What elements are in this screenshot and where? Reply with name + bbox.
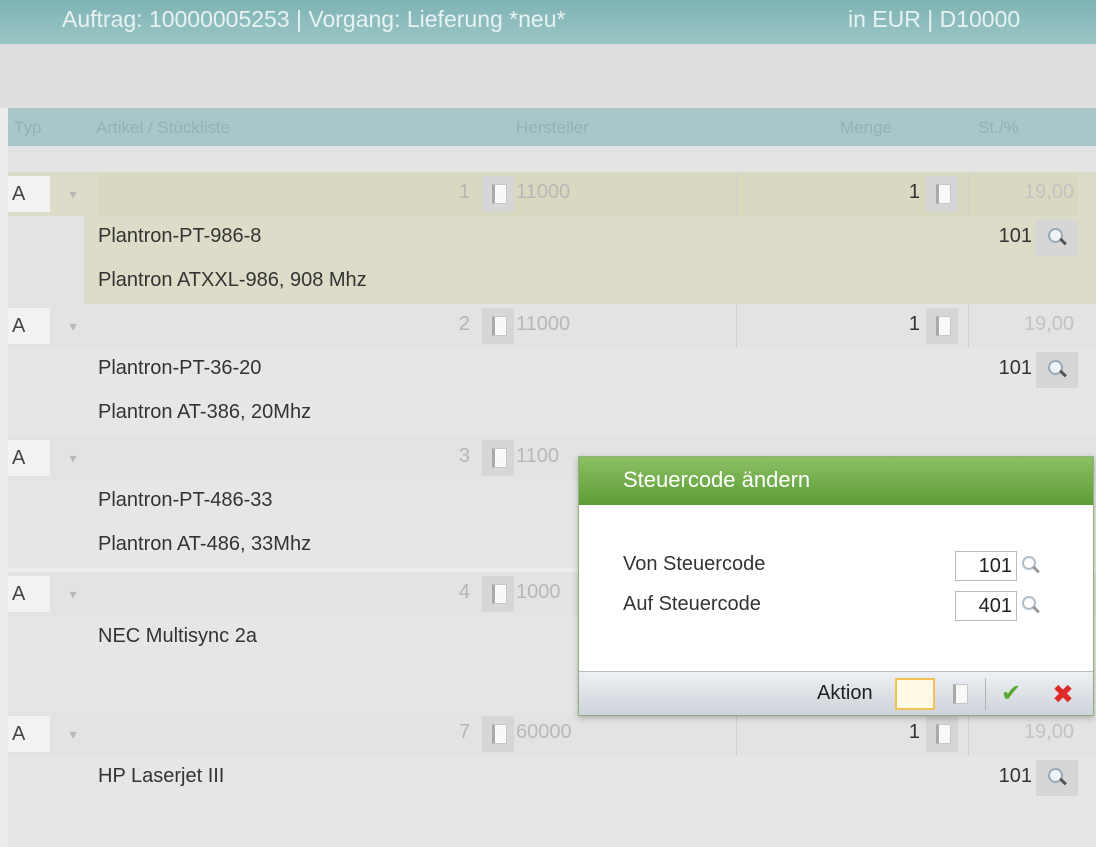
document-icon[interactable] bbox=[945, 678, 973, 710]
article-row: HP Laserjet III 101 bbox=[8, 756, 1096, 800]
position-number: 4 bbox=[458, 581, 470, 603]
type-cell[interactable]: A bbox=[8, 716, 50, 752]
dialog-title: Steuercode ändern bbox=[579, 457, 1093, 505]
description-row: Plantron AT-386, 20Mhz bbox=[8, 392, 1096, 436]
tax-code[interactable]: 101 bbox=[958, 216, 1038, 260]
collapse-icon[interactable]: ▾ bbox=[58, 716, 88, 752]
cancel-icon[interactable]: ✖ bbox=[1045, 676, 1081, 712]
action-input[interactable] bbox=[895, 678, 935, 710]
position-number: 7 bbox=[458, 721, 470, 743]
col-st[interactable]: St./% bbox=[978, 118, 1019, 138]
from-tax-code-label: Von Steuercode bbox=[623, 553, 766, 575]
manufacturer-cell[interactable]: 11000 bbox=[516, 304, 736, 348]
document-icon[interactable] bbox=[482, 440, 514, 476]
to-tax-code-label: Auf Steuercode bbox=[623, 593, 761, 615]
position-number: 2 bbox=[458, 313, 470, 335]
quantity-cell[interactable]: 1 bbox=[736, 172, 926, 216]
col-hersteller[interactable]: Hersteller bbox=[516, 118, 589, 138]
col-artikel[interactable]: Artikel / Stückliste bbox=[96, 118, 230, 138]
search-icon[interactable] bbox=[1036, 352, 1078, 388]
tax-cell[interactable]: 19,00 bbox=[968, 712, 1078, 756]
article-row: Plantron-PT-986-8 101 bbox=[8, 216, 1096, 260]
order-title: Auftrag: 10000005253 | Vorgang: Lieferun… bbox=[62, 6, 566, 32]
col-typ[interactable]: Typ bbox=[14, 118, 41, 138]
collapse-icon[interactable]: ▾ bbox=[58, 576, 88, 612]
document-icon[interactable] bbox=[926, 176, 958, 212]
table-row[interactable]: A ▾ 1 11000 1 19,00 bbox=[8, 172, 1096, 216]
empty-row bbox=[8, 800, 1096, 847]
column-header: Typ Artikel / Stückliste Hersteller Meng… bbox=[8, 108, 1096, 146]
change-tax-code-dialog: Steuercode ändern Von Steuercode 101 Auf… bbox=[578, 456, 1094, 716]
action-label: Aktion bbox=[817, 682, 873, 704]
manufacturer-cell[interactable]: 60000 bbox=[516, 712, 736, 756]
collapse-icon[interactable]: ▾ bbox=[58, 308, 88, 344]
collapse-icon[interactable]: ▾ bbox=[58, 176, 88, 212]
quantity-cell[interactable]: 1 bbox=[736, 712, 926, 756]
search-icon[interactable] bbox=[1036, 760, 1078, 796]
document-icon[interactable] bbox=[926, 716, 958, 752]
from-tax-code-input[interactable]: 101 bbox=[955, 551, 1017, 581]
article-name[interactable]: HP Laserjet III bbox=[98, 756, 958, 800]
tax-cell[interactable]: 19,00 bbox=[968, 172, 1078, 216]
article-description[interactable]: Plantron ATXXL-986, 908 Mhz bbox=[98, 260, 1088, 304]
confirm-icon[interactable]: ✔ bbox=[993, 676, 1029, 712]
type-cell[interactable]: A bbox=[8, 308, 50, 344]
tax-code[interactable]: 101 bbox=[958, 756, 1038, 800]
toolbar-area bbox=[0, 44, 1096, 108]
type-cell[interactable]: A bbox=[8, 576, 50, 612]
article-name[interactable]: Plantron-PT-986-8 bbox=[98, 216, 958, 260]
quantity-cell[interactable]: 1 bbox=[736, 304, 926, 348]
description-row: Plantron ATXXL-986, 908 Mhz bbox=[8, 260, 1096, 304]
article-description[interactable]: Plantron AT-386, 20Mhz bbox=[98, 392, 1088, 436]
document-icon[interactable] bbox=[482, 576, 514, 612]
col-menge[interactable]: Menge bbox=[840, 118, 892, 138]
document-icon[interactable] bbox=[482, 716, 514, 752]
table-row[interactable]: A ▾ 2 11000 1 19,00 bbox=[8, 304, 1096, 348]
document-icon[interactable] bbox=[482, 308, 514, 344]
article-name[interactable]: Plantron-PT-36-20 bbox=[98, 348, 958, 392]
title-bar: Auftrag: 10000005253 | Vorgang: Lieferun… bbox=[0, 0, 1096, 44]
type-cell[interactable]: A bbox=[8, 176, 50, 212]
customer-id: D10000 bbox=[939, 6, 1021, 32]
search-icon[interactable] bbox=[1019, 552, 1045, 580]
manufacturer-cell[interactable]: 11000 bbox=[516, 172, 736, 216]
tax-code[interactable]: 101 bbox=[958, 348, 1038, 392]
currency-label: in EUR | bbox=[848, 6, 934, 32]
table-row[interactable]: A ▾ 7 60000 1 19,00 bbox=[8, 712, 1096, 756]
document-icon[interactable] bbox=[482, 176, 514, 212]
tax-cell[interactable]: 19,00 bbox=[968, 304, 1078, 348]
position-number: 1 bbox=[458, 181, 470, 203]
dialog-footer: Aktion ✔ ✖ bbox=[579, 671, 1093, 715]
article-row: Plantron-PT-36-20 101 bbox=[8, 348, 1096, 392]
position-number: 3 bbox=[458, 445, 470, 467]
search-icon[interactable] bbox=[1019, 592, 1045, 620]
to-tax-code-input[interactable]: 401 bbox=[955, 591, 1017, 621]
type-cell[interactable]: A bbox=[8, 440, 50, 476]
collapse-icon[interactable]: ▾ bbox=[58, 440, 88, 476]
document-icon[interactable] bbox=[926, 308, 958, 344]
search-icon[interactable] bbox=[1036, 220, 1078, 256]
